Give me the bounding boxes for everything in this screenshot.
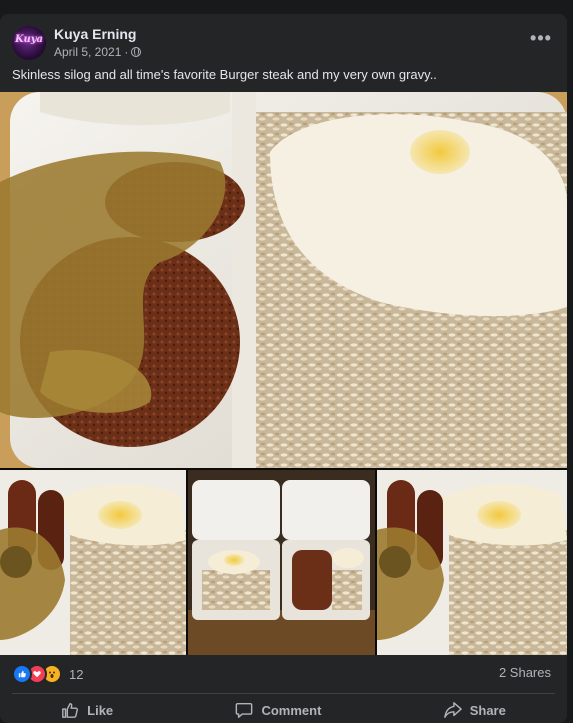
post-card: Kuya Kuya Erning April 5, 2021 · ••• Ski… bbox=[0, 14, 567, 723]
thumbnail-3[interactable] bbox=[377, 470, 567, 655]
share-button[interactable]: Share bbox=[420, 699, 530, 721]
comment-button[interactable]: Comment bbox=[211, 699, 345, 721]
thumbnail-row bbox=[0, 470, 567, 655]
share-label: Share bbox=[469, 702, 506, 718]
thumbs-up-icon bbox=[62, 702, 79, 718]
post-caption: Skinless silog and all time's favorite B… bbox=[12, 67, 437, 82]
post-meta: April 5, 2021 · bbox=[54, 45, 142, 59]
thumbnail-2[interactable] bbox=[188, 470, 375, 655]
meta-separator: · bbox=[124, 45, 129, 59]
shares-count[interactable]: 2 Shares bbox=[499, 665, 551, 680]
divider bbox=[12, 693, 555, 694]
comment-icon bbox=[236, 702, 253, 718]
post-stats: 12 2 Shares bbox=[12, 662, 555, 684]
globe-icon bbox=[131, 47, 142, 57]
action-bar: Like Comment Share bbox=[0, 698, 567, 722]
comment-label: Comment bbox=[261, 702, 322, 718]
reaction-count: 12 bbox=[69, 666, 84, 682]
main-photo[interactable] bbox=[0, 92, 567, 468]
avatar[interactable]: Kuya bbox=[12, 26, 46, 60]
post-date[interactable]: April 5, 2021 bbox=[54, 45, 121, 59]
share-icon bbox=[443, 702, 462, 718]
like-button[interactable]: Like bbox=[37, 699, 137, 721]
more-horizontal-icon: ••• bbox=[530, 27, 552, 48]
post-header: Kuya Kuya Erning April 5, 2021 · ••• bbox=[12, 26, 555, 60]
like-label: Like bbox=[87, 702, 114, 718]
author-name[interactable]: Kuya Erning bbox=[54, 26, 136, 42]
photo-grid bbox=[0, 92, 567, 655]
avatar-logo: Kuya bbox=[15, 34, 44, 45]
thumbnail-1[interactable] bbox=[0, 470, 186, 655]
reactions-summary[interactable]: 12 bbox=[12, 664, 83, 684]
like-icon bbox=[12, 664, 32, 684]
more-options-button[interactable]: ••• bbox=[527, 28, 555, 48]
